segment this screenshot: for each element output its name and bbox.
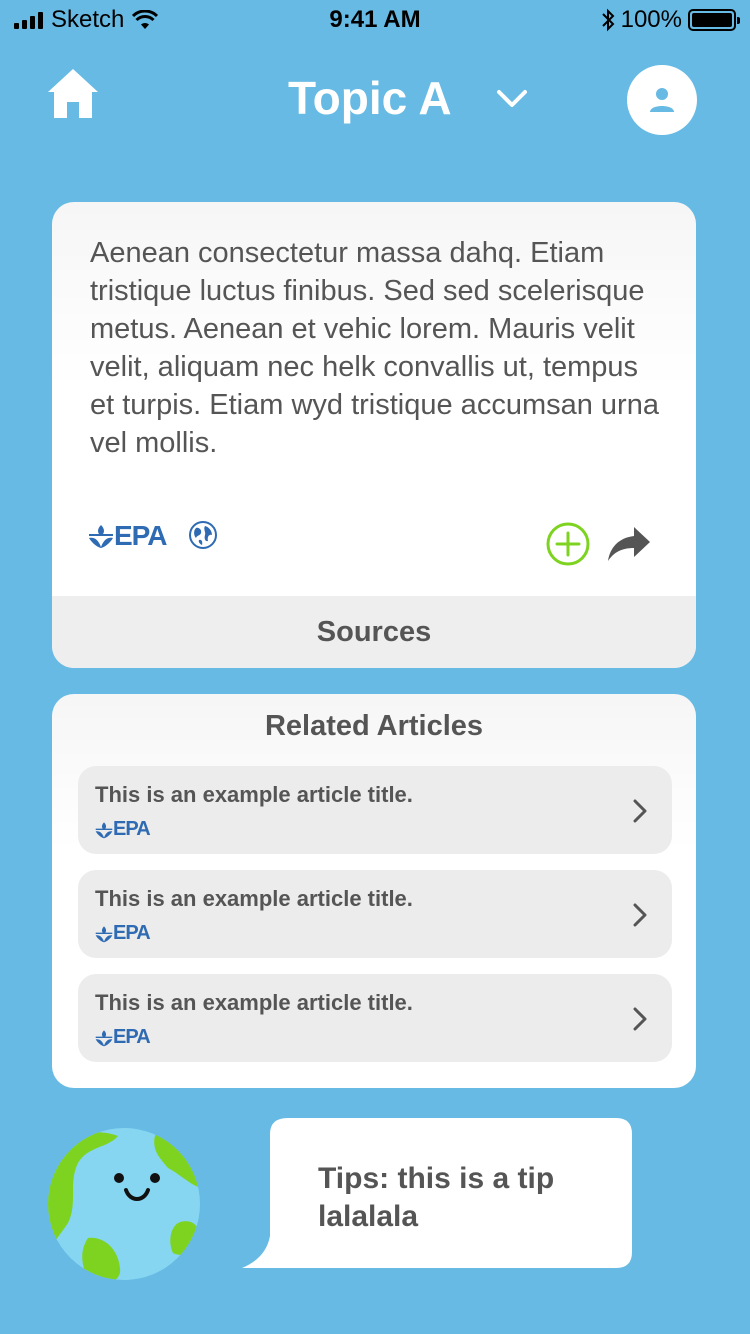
bluetooth-icon <box>601 8 615 32</box>
related-articles-title: Related Articles <box>264 710 484 742</box>
article-title: This is an example article title. <box>95 886 413 911</box>
article-item[interactable]: This is an example article title. EPA <box>78 870 672 958</box>
status-right: 100% <box>601 6 740 34</box>
article-source-text: EPA <box>113 1026 151 1048</box>
chevron-right-icon <box>633 903 647 927</box>
globe-icon[interactable] <box>188 520 218 550</box>
battery-percent: 100% <box>620 6 682 33</box>
article-item[interactable]: This is an example article title. EPA <box>78 974 672 1062</box>
earth-mascot-icon[interactable] <box>48 1128 200 1280</box>
article-title: This is an example article title. <box>95 782 413 807</box>
epa-flower-icon <box>95 925 113 942</box>
epa-flower-icon <box>95 1029 113 1046</box>
topic-title[interactable]: Topic A <box>288 72 452 124</box>
profile-button[interactable] <box>627 65 697 135</box>
status-bar: Sketch 9:41 AM 100% <box>0 0 750 40</box>
topic-card: Aenean consectetur massa dahq. Etiam tri… <box>52 202 696 668</box>
article-title: This is an example article title. <box>95 990 413 1015</box>
article-source-text: EPA <box>113 818 151 840</box>
user-icon <box>650 88 674 112</box>
epa-flower-icon <box>95 821 113 838</box>
article-source-text: EPA <box>113 922 151 944</box>
article-item[interactable]: This is an example article title. EPA <box>78 766 672 854</box>
sources-label: Sources <box>316 615 432 648</box>
topic-summary: Aenean consectetur massa dahq. Etiam tri… <box>90 237 659 459</box>
article-source-logo: EPA <box>95 1026 151 1049</box>
epa-logo[interactable]: EPA <box>88 520 167 552</box>
chevron-right-icon <box>633 1007 647 1031</box>
article-source-logo: EPA <box>95 818 151 841</box>
epa-flower-icon <box>89 525 113 548</box>
article-source-logo: EPA <box>95 922 151 945</box>
add-button[interactable] <box>545 521 591 567</box>
tip-text: Tips: this is a tip lalalala <box>318 1162 555 1233</box>
related-articles-card: Related Articles This is an example arti… <box>52 694 696 1088</box>
sources-button[interactable]: Sources <box>52 596 696 668</box>
chevron-down-icon[interactable] <box>496 84 528 112</box>
screen: Sketch 9:41 AM 100% Topic A Aenean conse… <box>0 0 750 1334</box>
chevron-right-icon <box>633 799 647 823</box>
share-arrow-icon[interactable] <box>606 524 652 564</box>
home-icon[interactable] <box>46 66 100 120</box>
epa-logo-text: EPA <box>114 520 167 551</box>
battery-icon <box>688 9 740 31</box>
